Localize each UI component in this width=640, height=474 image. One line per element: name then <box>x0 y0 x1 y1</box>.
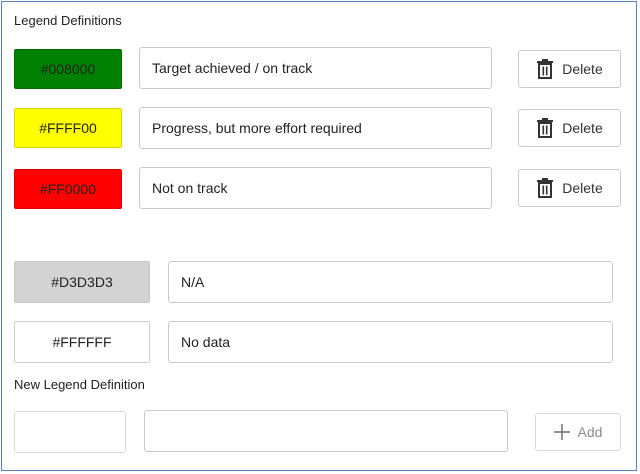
delete-button-label: Delete <box>562 61 603 77</box>
plus-icon <box>553 424 570 440</box>
legend-color-swatch[interactable]: #008000 <box>14 49 122 89</box>
legend-label-input[interactable] <box>139 167 492 209</box>
add-button-label: Add <box>577 424 603 440</box>
default-color-swatch: #D3D3D3 <box>14 261 150 303</box>
legend-definitions-title: Legend Definitions <box>14 13 122 28</box>
add-button[interactable]: Add <box>535 413 621 451</box>
delete-button-label: Delete <box>562 120 603 136</box>
legend-label-input[interactable] <box>139 107 492 149</box>
delete-button[interactable]: Delete <box>518 169 621 207</box>
legend-color-swatch[interactable]: #FFFF00 <box>14 108 122 148</box>
delete-button-label: Delete <box>562 180 603 196</box>
new-legend-color-input[interactable] <box>14 411 126 453</box>
trash-icon <box>536 178 554 198</box>
default-label-input[interactable] <box>168 321 613 363</box>
default-color-swatch: #FFFFFF <box>14 321 150 363</box>
delete-button[interactable]: Delete <box>518 109 621 147</box>
default-label-input[interactable] <box>168 261 613 303</box>
legend-label-input[interactable] <box>139 47 492 89</box>
delete-button[interactable]: Delete <box>518 50 621 88</box>
trash-icon <box>536 118 554 138</box>
new-legend-definition-title: New Legend Definition <box>14 377 145 392</box>
trash-icon <box>536 59 554 79</box>
legend-panel: Legend Definitions #008000 Delete #FFFF0… <box>1 1 637 471</box>
legend-color-swatch[interactable]: #FF0000 <box>14 169 122 209</box>
new-legend-label-input[interactable] <box>144 410 508 452</box>
